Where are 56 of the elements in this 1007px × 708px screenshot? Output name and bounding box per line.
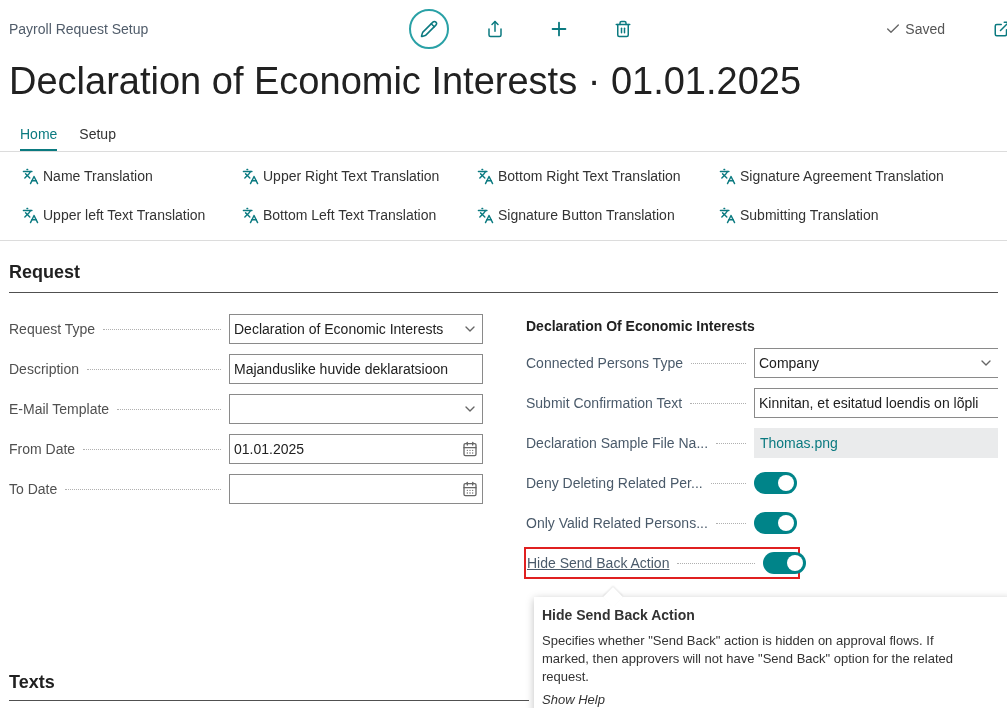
dropdown-field[interactable]: [229, 394, 483, 424]
field-label: Only Valid Related Persons...: [526, 513, 708, 533]
breadcrumb[interactable]: Payroll Request Setup: [9, 18, 409, 40]
translate-icon: [477, 207, 494, 224]
translation-action[interactable]: Signature Button Translation: [477, 205, 719, 226]
translation-action[interactable]: Upper left Text Translation: [22, 205, 242, 226]
field-label: Submit Confirmation Text: [526, 393, 683, 413]
field-label: Request Type: [9, 319, 96, 339]
toggle-switch[interactable]: [763, 552, 806, 574]
dropdown-field[interactable]: Company: [754, 348, 998, 378]
translate-icon: [719, 168, 736, 185]
toggle-switch[interactable]: [754, 472, 797, 494]
field-label: Hide Send Back Action: [527, 553, 670, 573]
field-label: Description: [9, 359, 80, 379]
translate-icon: [22, 207, 39, 224]
group-heading: Declaration Of Economic Interests: [526, 316, 756, 336]
field-label: E-Mail Template: [9, 399, 110, 419]
date-field[interactable]: 01.01.2025: [229, 434, 483, 464]
field-label: To Date: [9, 479, 58, 499]
saved-status: Saved: [905, 19, 945, 39]
translate-icon: [477, 168, 494, 185]
text-field[interactable]: Kinnitan, et esitatud loendis on lõpli: [754, 388, 998, 418]
field-label: From Date: [9, 439, 76, 459]
translate-icon: [22, 168, 39, 185]
open-new-window-icon[interactable]: [993, 20, 1007, 38]
tab[interactable]: Home: [20, 124, 58, 151]
share-icon: [486, 20, 504, 38]
translate-icon: [719, 207, 736, 224]
edit-button[interactable]: [409, 9, 449, 49]
translate-icon: [242, 207, 259, 224]
section-heading: Texts: [9, 669, 529, 701]
translation-action[interactable]: Submitting Translation: [719, 205, 969, 226]
translation-action[interactable]: Bottom Left Text Translation: [242, 205, 477, 226]
translation-action[interactable]: Signature Agreement Translation: [719, 166, 969, 187]
text-field[interactable]: Majanduslike huvide deklaratsioon: [229, 354, 483, 384]
section-heading: Request: [9, 259, 998, 293]
translation-action[interactable]: Upper Right Text Translation: [242, 166, 477, 187]
tooltip-text: Specifies whether "Send Back" action is hidden on approval flows. If marked, then approvers will not have "Send Back" option for the related request.: [542, 632, 955, 686]
calendar-icon: [462, 441, 478, 457]
date-field[interactable]: [229, 474, 483, 504]
field-label: Deny Deleting Related Per...: [526, 473, 703, 493]
show-help-link[interactable]: Show Help: [542, 690, 1006, 708]
toggle-switch[interactable]: [754, 512, 797, 534]
pencil-icon: [420, 20, 438, 38]
dropdown-field[interactable]: Declaration of Economic Interests: [229, 314, 483, 344]
field-label: Connected Persons Type: [526, 353, 683, 373]
page-title: Declaration of Economic Interests · 01.01.2025: [8, 59, 803, 104]
translation-action[interactable]: Bottom Right Text Translation: [477, 166, 719, 187]
file-link[interactable]: Thomas.png: [760, 432, 838, 454]
field-label: Declaration Sample File Na...: [526, 433, 709, 453]
translation-action[interactable]: Name Translation: [22, 166, 242, 187]
translate-icon: [242, 168, 259, 185]
calendar-icon: [462, 481, 478, 497]
trash-icon: [614, 20, 632, 38]
tab[interactable]: Setup: [79, 124, 116, 151]
tooltip-title: Hide Send Back Action: [542, 606, 696, 625]
